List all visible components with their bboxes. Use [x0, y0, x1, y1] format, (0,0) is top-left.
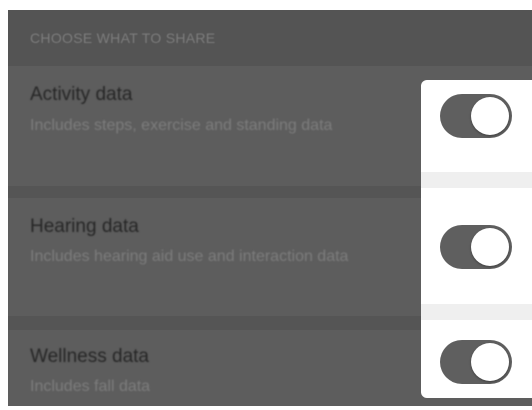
item-title: Hearing data: [30, 216, 139, 237]
wellness-data-toggle[interactable]: [440, 340, 512, 384]
hearing-data-toggle[interactable]: [440, 225, 512, 269]
item-subtitle: Includes steps, exercise and standing da…: [30, 117, 333, 134]
toggle-highlight: [421, 80, 532, 398]
item-subtitle: Includes fall data: [30, 378, 151, 395]
toggle-knob: [471, 97, 509, 135]
section-header-label: CHOOSE WHAT TO SHARE: [30, 30, 216, 46]
row-divider: [421, 172, 532, 188]
row-divider: [421, 304, 532, 320]
activity-data-toggle[interactable]: [440, 94, 512, 138]
share-settings-screen: CHOOSE WHAT TO SHARE Activity data Inclu…: [0, 0, 532, 410]
item-subtitle: Includes hearing aid use and interaction…: [30, 248, 349, 265]
toggle-knob: [471, 228, 509, 266]
toggle-knob: [471, 343, 509, 381]
section-header: CHOOSE WHAT TO SHARE: [8, 10, 532, 66]
item-title: Wellness data: [30, 346, 149, 367]
item-title: Activity data: [30, 84, 133, 105]
